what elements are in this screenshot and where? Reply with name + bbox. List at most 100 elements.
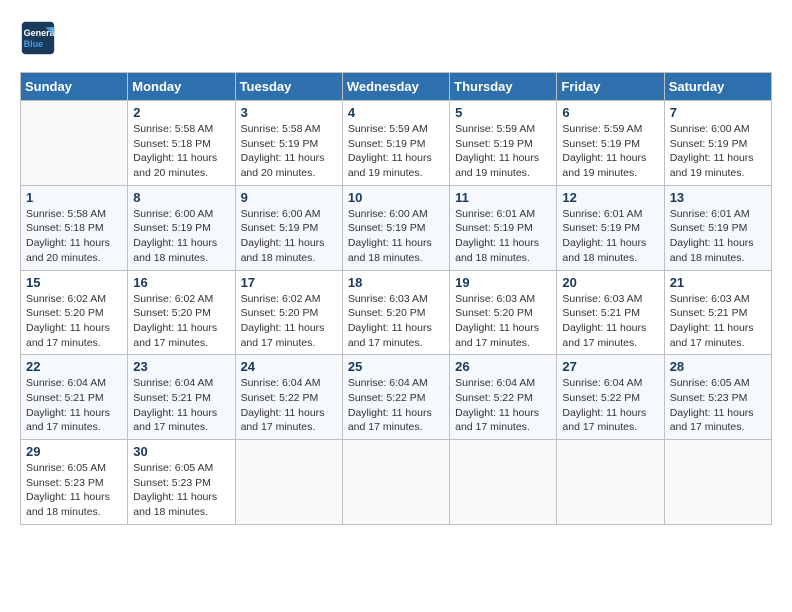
day-detail: Sunrise: 6:03 AMSunset: 5:21 PMDaylight:… — [562, 292, 658, 351]
day-detail: Sunrise: 6:05 AMSunset: 5:23 PMDaylight:… — [133, 461, 229, 520]
day-detail: Sunrise: 6:02 AMSunset: 5:20 PMDaylight:… — [241, 292, 337, 351]
calendar-cell: 23 Sunrise: 6:04 AMSunset: 5:21 PMDayligh… — [128, 355, 235, 440]
calendar-table: SundayMondayTuesdayWednesdayThursdayFrid… — [20, 72, 772, 525]
weekday-header-thursday: Thursday — [450, 73, 557, 101]
logo: General Blue — [20, 20, 60, 56]
day-number: 18 — [348, 275, 444, 290]
day-number: 13 — [670, 190, 766, 205]
day-detail: Sunrise: 6:03 AMSunset: 5:20 PMDaylight:… — [348, 292, 444, 351]
calendar-cell — [21, 101, 128, 186]
day-number: 30 — [133, 444, 229, 459]
day-number: 26 — [455, 359, 551, 374]
calendar-week-row: 2Sunrise: 5:58 AMSunset: 5:18 PMDaylight… — [21, 101, 772, 186]
day-number: 6 — [562, 105, 658, 120]
calendar-cell: 21 Sunrise: 6:03 AMSunset: 5:21 PMDayligh… — [664, 270, 771, 355]
calendar-cell: 25 Sunrise: 6:04 AMSunset: 5:22 PMDayligh… — [342, 355, 449, 440]
calendar-cell: 10 Sunrise: 6:00 AMSunset: 5:19 PMDayligh… — [342, 185, 449, 270]
day-number: 8 — [133, 190, 229, 205]
weekday-header-sunday: Sunday — [21, 73, 128, 101]
day-detail: Sunrise: 6:02 AMSunset: 5:20 PMDaylight:… — [133, 292, 229, 351]
calendar-header-row: SundayMondayTuesdayWednesdayThursdayFrid… — [21, 73, 772, 101]
day-detail: Sunrise: 6:00 AMSunset: 5:19 PMDaylight:… — [670, 122, 766, 181]
day-detail: Sunrise: 6:03 AMSunset: 5:20 PMDaylight:… — [455, 292, 551, 351]
calendar-cell: 11 Sunrise: 6:01 AMSunset: 5:19 PMDayligh… — [450, 185, 557, 270]
calendar-cell: 20 Sunrise: 6:03 AMSunset: 5:21 PMDayligh… — [557, 270, 664, 355]
calendar-week-row: 29 Sunrise: 6:05 AMSunset: 5:23 PMDayligh… — [21, 440, 772, 525]
day-detail: Sunrise: 6:01 AMSunset: 5:19 PMDaylight:… — [562, 207, 658, 266]
weekday-header-friday: Friday — [557, 73, 664, 101]
calendar-cell: 19 Sunrise: 6:03 AMSunset: 5:20 PMDayligh… — [450, 270, 557, 355]
calendar-cell: 29 Sunrise: 6:05 AMSunset: 5:23 PMDayligh… — [21, 440, 128, 525]
calendar-cell — [557, 440, 664, 525]
weekday-header-saturday: Saturday — [664, 73, 771, 101]
day-number: 29 — [26, 444, 122, 459]
day-detail: Sunrise: 6:00 AMSunset: 5:19 PMDaylight:… — [133, 207, 229, 266]
calendar-cell: 24 Sunrise: 6:04 AMSunset: 5:22 PMDayligh… — [235, 355, 342, 440]
day-detail: Sunrise: 5:59 AMSunset: 5:19 PMDaylight:… — [455, 122, 551, 181]
day-number: 11 — [455, 190, 551, 205]
day-detail: Sunrise: 6:05 AMSunset: 5:23 PMDaylight:… — [670, 376, 766, 435]
day-number: 15 — [26, 275, 122, 290]
day-detail: Sunrise: 6:05 AMSunset: 5:23 PMDaylight:… — [26, 461, 122, 520]
day-number: 10 — [348, 190, 444, 205]
day-detail: Sunrise: 6:00 AMSunset: 5:19 PMDaylight:… — [348, 207, 444, 266]
day-detail: Sunrise: 5:59 AMSunset: 5:19 PMDaylight:… — [348, 122, 444, 181]
calendar-cell: 5 Sunrise: 5:59 AMSunset: 5:19 PMDaylight… — [450, 101, 557, 186]
calendar-cell: 9 Sunrise: 6:00 AMSunset: 5:19 PMDaylight… — [235, 185, 342, 270]
day-detail: Sunrise: 6:04 AMSunset: 5:22 PMDaylight:… — [348, 376, 444, 435]
day-detail: Sunrise: 6:02 AMSunset: 5:20 PMDaylight:… — [26, 292, 122, 351]
calendar-cell: 13 Sunrise: 6:01 AMSunset: 5:19 PMDayligh… — [664, 185, 771, 270]
day-detail: Sunrise: 6:01 AMSunset: 5:19 PMDaylight:… — [670, 207, 766, 266]
day-number: 3 — [241, 105, 337, 120]
day-number: 16 — [133, 275, 229, 290]
day-number: 23 — [133, 359, 229, 374]
weekday-header-wednesday: Wednesday — [342, 73, 449, 101]
calendar-cell: 3 Sunrise: 5:58 AMSunset: 5:19 PMDaylight… — [235, 101, 342, 186]
day-number: 19 — [455, 275, 551, 290]
day-number: 7 — [670, 105, 766, 120]
calendar-cell: 15 Sunrise: 6:02 AMSunset: 5:20 PMDayligh… — [21, 270, 128, 355]
day-number: 4 — [348, 105, 444, 120]
day-number: 1 — [26, 190, 122, 205]
day-detail: Sunrise: 6:04 AMSunset: 5:22 PMDaylight:… — [241, 376, 337, 435]
calendar-cell: 27Sunrise: 6:04 AMSunset: 5:22 PMDayligh… — [557, 355, 664, 440]
day-detail: Sunrise: 5:59 AMSunset: 5:19 PMDaylight:… — [562, 122, 658, 181]
calendar-cell: 12 Sunrise: 6:01 AMSunset: 5:19 PMDayligh… — [557, 185, 664, 270]
calendar-cell: 18 Sunrise: 6:03 AMSunset: 5:20 PMDayligh… — [342, 270, 449, 355]
day-number: 20 — [562, 275, 658, 290]
day-number: 17 — [241, 275, 337, 290]
calendar-cell — [235, 440, 342, 525]
day-detail: Sunrise: 6:03 AMSunset: 5:21 PMDaylight:… — [670, 292, 766, 351]
calendar-cell: 16 Sunrise: 6:02 AMSunset: 5:20 PMDayligh… — [128, 270, 235, 355]
day-detail: Sunrise: 5:58 AMSunset: 5:18 PMDaylight:… — [133, 122, 229, 181]
calendar-cell: 7 Sunrise: 6:00 AMSunset: 5:19 PMDaylight… — [664, 101, 771, 186]
logo-icon: General Blue — [20, 20, 56, 56]
day-detail: Sunrise: 6:04 AMSunset: 5:22 PMDaylight:… — [455, 376, 551, 435]
calendar-cell — [342, 440, 449, 525]
calendar-cell: 8 Sunrise: 6:00 AMSunset: 5:19 PMDaylight… — [128, 185, 235, 270]
day-number: 24 — [241, 359, 337, 374]
day-detail: Sunrise: 6:01 AMSunset: 5:19 PMDaylight:… — [455, 207, 551, 266]
calendar-cell: 1Sunrise: 5:58 AMSunset: 5:18 PMDaylight… — [21, 185, 128, 270]
day-number: 21 — [670, 275, 766, 290]
day-detail: Sunrise: 6:04 AMSunset: 5:21 PMDaylight:… — [133, 376, 229, 435]
weekday-header-monday: Monday — [128, 73, 235, 101]
calendar-cell: 2Sunrise: 5:58 AMSunset: 5:18 PMDaylight… — [128, 101, 235, 186]
day-number: 25 — [348, 359, 444, 374]
day-detail: Sunrise: 6:04 AMSunset: 5:22 PMDaylight:… — [562, 376, 658, 435]
day-number: 12 — [562, 190, 658, 205]
calendar-cell: 4 Sunrise: 5:59 AMSunset: 5:19 PMDaylight… — [342, 101, 449, 186]
day-number: 9 — [241, 190, 337, 205]
day-detail: Sunrise: 5:58 AMSunset: 5:19 PMDaylight:… — [241, 122, 337, 181]
calendar-cell: 6 Sunrise: 5:59 AMSunset: 5:19 PMDaylight… — [557, 101, 664, 186]
day-number: 5 — [455, 105, 551, 120]
calendar-week-row: 22Sunrise: 6:04 AMSunset: 5:21 PMDayligh… — [21, 355, 772, 440]
calendar-cell: 26 Sunrise: 6:04 AMSunset: 5:22 PMDayligh… — [450, 355, 557, 440]
weekday-header-tuesday: Tuesday — [235, 73, 342, 101]
calendar-cell: 17 Sunrise: 6:02 AMSunset: 5:20 PMDayligh… — [235, 270, 342, 355]
day-detail: Sunrise: 6:04 AMSunset: 5:21 PMDaylight:… — [26, 376, 122, 435]
calendar-cell — [450, 440, 557, 525]
calendar-cell: 30 Sunrise: 6:05 AMSunset: 5:23 PMDayligh… — [128, 440, 235, 525]
svg-text:Blue: Blue — [24, 39, 44, 49]
day-detail: Sunrise: 6:00 AMSunset: 5:19 PMDaylight:… — [241, 207, 337, 266]
